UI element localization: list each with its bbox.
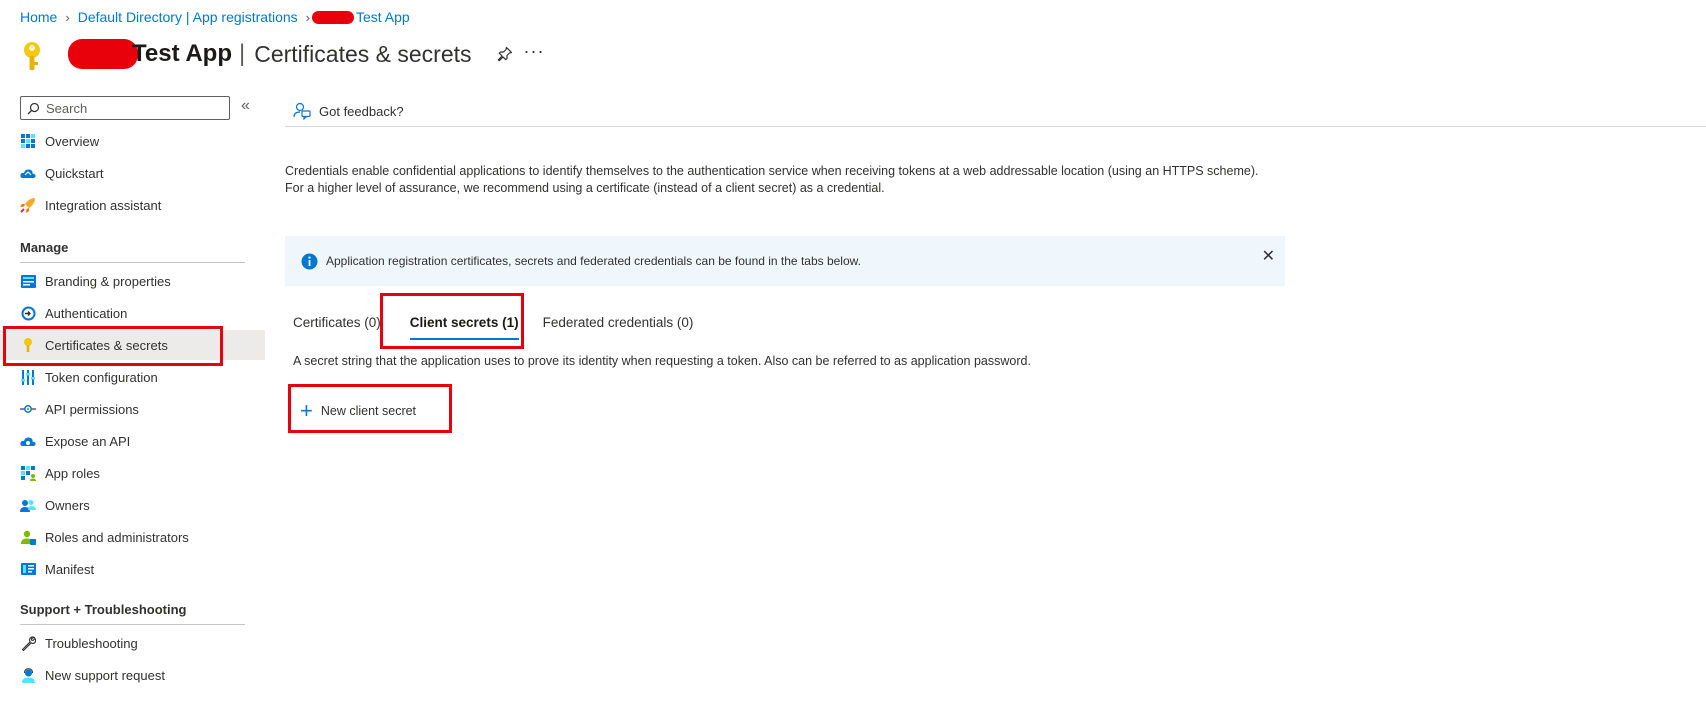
title-separator: | xyxy=(239,40,246,67)
more-options-button[interactable]: ··· xyxy=(524,41,545,62)
new-client-secret-button[interactable]: + New client secret xyxy=(300,399,416,423)
owners-icon xyxy=(20,497,36,513)
sidebar-item-roles-administrators[interactable]: Roles and administrators xyxy=(0,522,265,552)
sidebar-item-integration-assistant[interactable]: Integration assistant xyxy=(0,190,265,220)
close-icon[interactable]: ✕ xyxy=(1262,246,1275,266)
sidebar-item-owners[interactable]: Owners xyxy=(0,490,265,520)
client-secrets-description: A secret string that the application use… xyxy=(293,354,1031,368)
sidebar-item-branding[interactable]: Branding & properties xyxy=(0,266,265,296)
command-bar: Got feedback? xyxy=(285,96,1706,127)
roles-icon xyxy=(20,529,36,545)
feedback-icon xyxy=(293,102,311,120)
search-icon xyxy=(27,102,40,114)
section-header-support: Support + Troubleshooting xyxy=(20,602,245,625)
overview-icon xyxy=(20,133,36,149)
sidebar-item-label: API permissions xyxy=(45,401,139,417)
wrench-icon xyxy=(20,635,36,651)
sidebar-item-expose-api[interactable]: Expose an API xyxy=(0,426,265,456)
sidebar-item-api-permissions[interactable]: API permissions xyxy=(0,394,265,424)
chevron-right-icon: › xyxy=(305,9,310,25)
sidebar-item-label: Owners xyxy=(45,497,90,513)
page-subtitle: Certificates & secrets xyxy=(254,40,472,67)
sidebar-item-label: Overview xyxy=(45,133,100,149)
info-banner: Application registration certificates, s… xyxy=(285,236,1285,286)
breadcrumb-app[interactable]: Test App xyxy=(356,9,410,25)
redaction-mark xyxy=(68,39,138,69)
breadcrumb: Home › Default Directory | App registrat… xyxy=(20,7,410,27)
plus-icon: + xyxy=(300,398,313,423)
page-header: Test App | Certificates & secrets ··· xyxy=(18,34,545,74)
sidebar-item-label: Integration assistant xyxy=(45,197,162,213)
breadcrumb-home[interactable]: Home xyxy=(20,9,57,25)
sidebar-item-label: New support request xyxy=(45,667,165,683)
tab-list: Certificates (0) Client secrets (1) Fede… xyxy=(293,310,693,344)
sidebar-item-authentication[interactable]: Authentication xyxy=(0,298,265,328)
page-title: Test App xyxy=(132,40,232,67)
pin-icon[interactable] xyxy=(494,43,516,65)
sidebar-item-quickstart[interactable]: Quickstart xyxy=(0,158,265,188)
sidebar: « Overview Quickstart xyxy=(0,92,266,712)
quickstart-icon xyxy=(20,165,36,181)
support-icon xyxy=(20,667,36,683)
authentication-icon xyxy=(20,305,36,321)
sidebar-item-label: App roles xyxy=(45,465,100,481)
redaction-mark xyxy=(312,10,354,24)
sidebar-item-label: Roles and administrators xyxy=(45,529,189,545)
sidebar-item-label: Token configuration xyxy=(45,369,158,385)
tab-certificates[interactable]: Certificates (0) xyxy=(293,310,381,344)
sidebar-search[interactable] xyxy=(20,96,230,120)
sidebar-item-label: Expose an API xyxy=(45,433,131,449)
info-icon xyxy=(301,253,318,270)
key-icon xyxy=(20,337,36,353)
sidebar-item-certificates-secrets[interactable]: Certificates & secrets xyxy=(0,330,265,360)
key-icon xyxy=(24,42,40,70)
sidebar-item-label: Certificates & secrets xyxy=(45,337,168,353)
sidebar-item-overview[interactable]: Overview xyxy=(0,126,265,156)
breadcrumb-directory[interactable]: Default Directory | App registrations xyxy=(78,9,298,25)
sidebar-item-app-roles[interactable]: App roles xyxy=(0,458,265,488)
sidebar-item-label: Authentication xyxy=(45,305,128,321)
sidebar-item-manifest[interactable]: Manifest xyxy=(0,554,265,584)
info-banner-text: Application registration certificates, s… xyxy=(326,254,861,268)
cloud-icon xyxy=(20,433,36,449)
chevron-right-icon: › xyxy=(65,9,70,25)
sidebar-item-new-support-request[interactable]: New support request xyxy=(0,660,265,690)
tab-federated-credentials[interactable]: Federated credentials (0) xyxy=(543,310,694,344)
sidebar-item-label: Branding & properties xyxy=(45,273,171,289)
sidebar-item-token-configuration[interactable]: Token configuration xyxy=(0,362,265,392)
token-icon xyxy=(20,369,36,385)
branding-icon xyxy=(20,273,36,289)
sidebar-item-label: Quickstart xyxy=(45,165,104,181)
sidebar-item-label: Manifest xyxy=(45,561,95,577)
search-input[interactable] xyxy=(44,99,214,117)
tab-client-secrets[interactable]: Client secrets (1) xyxy=(409,310,519,344)
feedback-label: Got feedback? xyxy=(319,103,404,119)
feedback-button[interactable]: Got feedback? xyxy=(293,102,404,120)
credentials-description: Credentials enable confidential applicat… xyxy=(285,164,1259,195)
api-permissions-icon xyxy=(20,401,36,417)
sidebar-item-troubleshooting[interactable]: Troubleshooting xyxy=(0,628,265,658)
manifest-icon xyxy=(20,561,36,577)
collapse-sidebar-icon[interactable]: « xyxy=(241,97,250,115)
sidebar-item-label: Troubleshooting xyxy=(45,635,138,651)
new-client-secret-label: New client secret xyxy=(320,404,417,418)
app-roles-icon xyxy=(20,465,36,481)
section-header-manage: Manage xyxy=(20,240,245,263)
rocket-icon xyxy=(20,197,36,213)
